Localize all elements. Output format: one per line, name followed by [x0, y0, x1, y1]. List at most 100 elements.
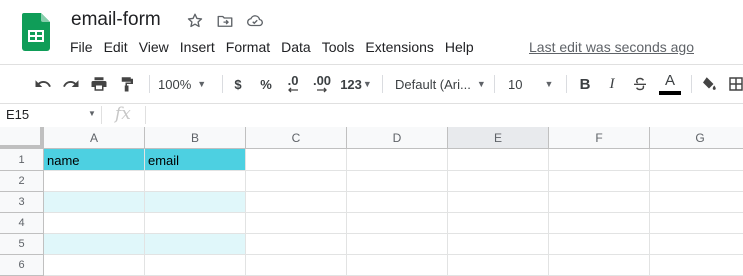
percent-format-button[interactable]: %: [257, 65, 275, 103]
cell-f2[interactable]: [549, 171, 650, 192]
cell-b1[interactable]: email: [145, 149, 246, 171]
cell-a2[interactable]: [44, 171, 145, 192]
cell-d3[interactable]: [347, 192, 448, 213]
cell-e6[interactable]: [448, 255, 549, 276]
row-header-5[interactable]: 5: [0, 234, 44, 255]
menu-help[interactable]: Help: [445, 39, 474, 55]
cell-f4[interactable]: [549, 213, 650, 234]
menu-format[interactable]: Format: [226, 39, 270, 55]
star-icon[interactable]: [186, 12, 204, 30]
cell-e3[interactable]: [448, 192, 549, 213]
menu-insert[interactable]: Insert: [180, 39, 215, 55]
column-header-f[interactable]: F: [549, 127, 650, 149]
increase-decimal-button[interactable]: .00: [310, 65, 334, 103]
font-select[interactable]: Default (Ari... ▼: [395, 65, 487, 103]
cell-a5[interactable]: [44, 234, 145, 255]
menu-view[interactable]: View: [139, 39, 169, 55]
fill-color-button[interactable]: [699, 65, 719, 103]
cell-g2[interactable]: [650, 171, 743, 192]
decrease-decimal-label: .0: [287, 73, 299, 88]
cell-a1[interactable]: name: [44, 149, 145, 171]
currency-format-button[interactable]: $: [230, 65, 246, 103]
row-header-3[interactable]: 3: [0, 192, 44, 213]
cell-e4[interactable]: [448, 213, 549, 234]
cell-b4[interactable]: [145, 213, 246, 234]
cell-d6[interactable]: [347, 255, 448, 276]
cell-f3[interactable]: [549, 192, 650, 213]
cell-e1[interactable]: [448, 149, 549, 171]
undo-button[interactable]: [32, 65, 54, 103]
cell-g1[interactable]: [650, 149, 743, 171]
cell-b6[interactable]: [145, 255, 246, 276]
cell-c4[interactable]: [246, 213, 347, 234]
column-header-a[interactable]: A: [44, 127, 145, 149]
cell-c3[interactable]: [246, 192, 347, 213]
last-edit-link[interactable]: Last edit was seconds ago: [529, 39, 694, 55]
row-header-6[interactable]: 6: [0, 255, 44, 276]
sheets-logo-icon[interactable]: [22, 13, 50, 51]
column-header-c[interactable]: C: [246, 127, 347, 149]
cell-g6[interactable]: [650, 255, 743, 276]
cell-e2[interactable]: [448, 171, 549, 192]
formula-input[interactable]: [152, 107, 732, 123]
cloud-saved-icon[interactable]: [246, 12, 264, 30]
font-size-select[interactable]: 10 ▼: [508, 65, 558, 103]
chevron-down-icon[interactable]: ▼: [88, 109, 96, 118]
spreadsheet-grid: A B C D E F G 1 2 3 4 5 6 name email: [0, 127, 743, 276]
number-format-select[interactable]: 123 ▼: [340, 65, 372, 103]
menu-extensions[interactable]: Extensions: [365, 39, 433, 55]
arrow-right-icon: [317, 87, 327, 93]
column-header-e[interactable]: E: [448, 127, 549, 149]
column-header-d[interactable]: D: [347, 127, 448, 149]
cell-g4[interactable]: [650, 213, 743, 234]
row-header-4[interactable]: 4: [0, 213, 44, 234]
cell-c6[interactable]: [246, 255, 347, 276]
redo-button[interactable]: [60, 65, 82, 103]
column-header-b[interactable]: B: [145, 127, 246, 149]
cell-e5[interactable]: [448, 234, 549, 255]
cell-a3[interactable]: [44, 192, 145, 213]
cell-f5[interactable]: [549, 234, 650, 255]
italic-button[interactable]: I: [603, 65, 621, 103]
menu-tools[interactable]: Tools: [322, 39, 355, 55]
cell-d1[interactable]: [347, 149, 448, 171]
cell-b5[interactable]: [145, 234, 246, 255]
cell-c2[interactable]: [246, 171, 347, 192]
cell-f1[interactable]: [549, 149, 650, 171]
row-header-1[interactable]: 1: [0, 149, 44, 171]
print-button[interactable]: [88, 65, 110, 103]
cell-a6[interactable]: [44, 255, 145, 276]
text-color-button[interactable]: A: [659, 65, 681, 103]
increase-decimal-label: .00: [312, 73, 332, 88]
strikethrough-icon: [634, 77, 646, 91]
menu-file[interactable]: File: [70, 39, 93, 55]
chevron-down-icon: ▼: [362, 79, 372, 89]
menu-edit[interactable]: Edit: [104, 39, 128, 55]
strikethrough-button[interactable]: [630, 65, 650, 103]
paint-format-button[interactable]: [116, 65, 138, 103]
cell-a4[interactable]: [44, 213, 145, 234]
cell-c1[interactable]: [246, 149, 347, 171]
chevron-down-icon: ▼: [197, 79, 207, 89]
cell-g3[interactable]: [650, 192, 743, 213]
decrease-decimal-button[interactable]: .0: [282, 65, 304, 103]
cell-f6[interactable]: [549, 255, 650, 276]
cell-c5[interactable]: [246, 234, 347, 255]
row-header-2[interactable]: 2: [0, 171, 44, 192]
select-all-corner[interactable]: [0, 127, 44, 149]
menu-data[interactable]: Data: [281, 39, 311, 55]
zoom-select[interactable]: 100% ▼: [158, 65, 214, 103]
cell-d5[interactable]: [347, 234, 448, 255]
bold-button[interactable]: B: [576, 65, 594, 103]
move-folder-icon[interactable]: [216, 12, 234, 30]
cell-g5[interactable]: [650, 234, 743, 255]
document-title[interactable]: email-form: [71, 9, 161, 31]
cell-b2[interactable]: [145, 171, 246, 192]
borders-button[interactable]: [728, 65, 743, 103]
name-box[interactable]: E15: [6, 107, 29, 122]
fx-icon: fx: [115, 104, 131, 124]
column-header-g[interactable]: G: [650, 127, 743, 149]
cell-b3[interactable]: [145, 192, 246, 213]
cell-d4[interactable]: [347, 213, 448, 234]
cell-d2[interactable]: [347, 171, 448, 192]
